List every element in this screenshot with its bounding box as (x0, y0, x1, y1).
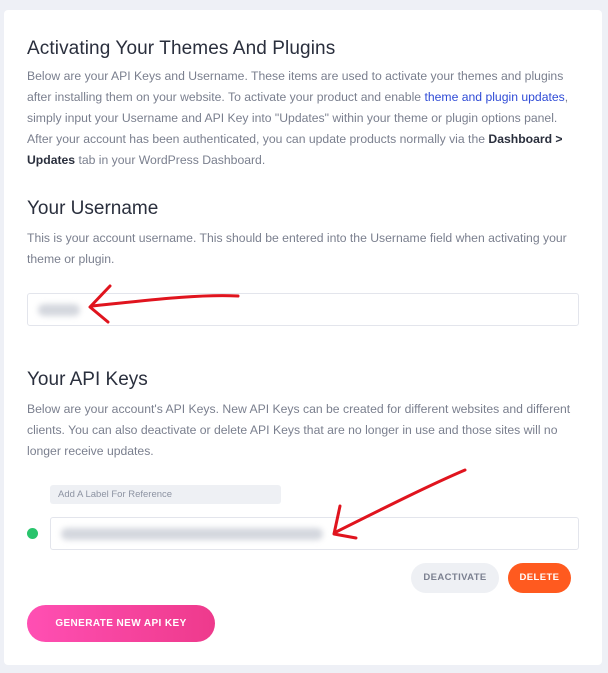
activation-title: Activating Your Themes And Plugins (27, 38, 336, 59)
username-field[interactable] (27, 293, 579, 326)
api-key-field[interactable] (50, 517, 579, 550)
username-title: Your Username (27, 198, 159, 219)
theme-plugin-updates-link[interactable]: theme and plugin updates (424, 90, 564, 104)
api-keys-description: Below are your account's API Keys. New A… (27, 402, 571, 458)
generate-api-key-button[interactable]: GENERATE NEW API KEY (27, 605, 215, 642)
deactivate-button[interactable]: DEACTIVATE (411, 563, 499, 593)
delete-button[interactable]: DELETE (508, 563, 571, 593)
api-keys-title: Your API Keys (27, 369, 148, 390)
api-key-status-indicator (27, 528, 38, 539)
activation-text-3: tab in your WordPress Dashboard. (75, 153, 266, 167)
blurred-username (38, 304, 80, 316)
blurred-api-key (61, 528, 323, 540)
username-description: This is your account username. This shou… (27, 231, 567, 266)
activation-description: Below are your API Keys and Username. Th… (27, 66, 583, 171)
api-key-label-input[interactable]: Add A Label For Reference (50, 485, 281, 504)
